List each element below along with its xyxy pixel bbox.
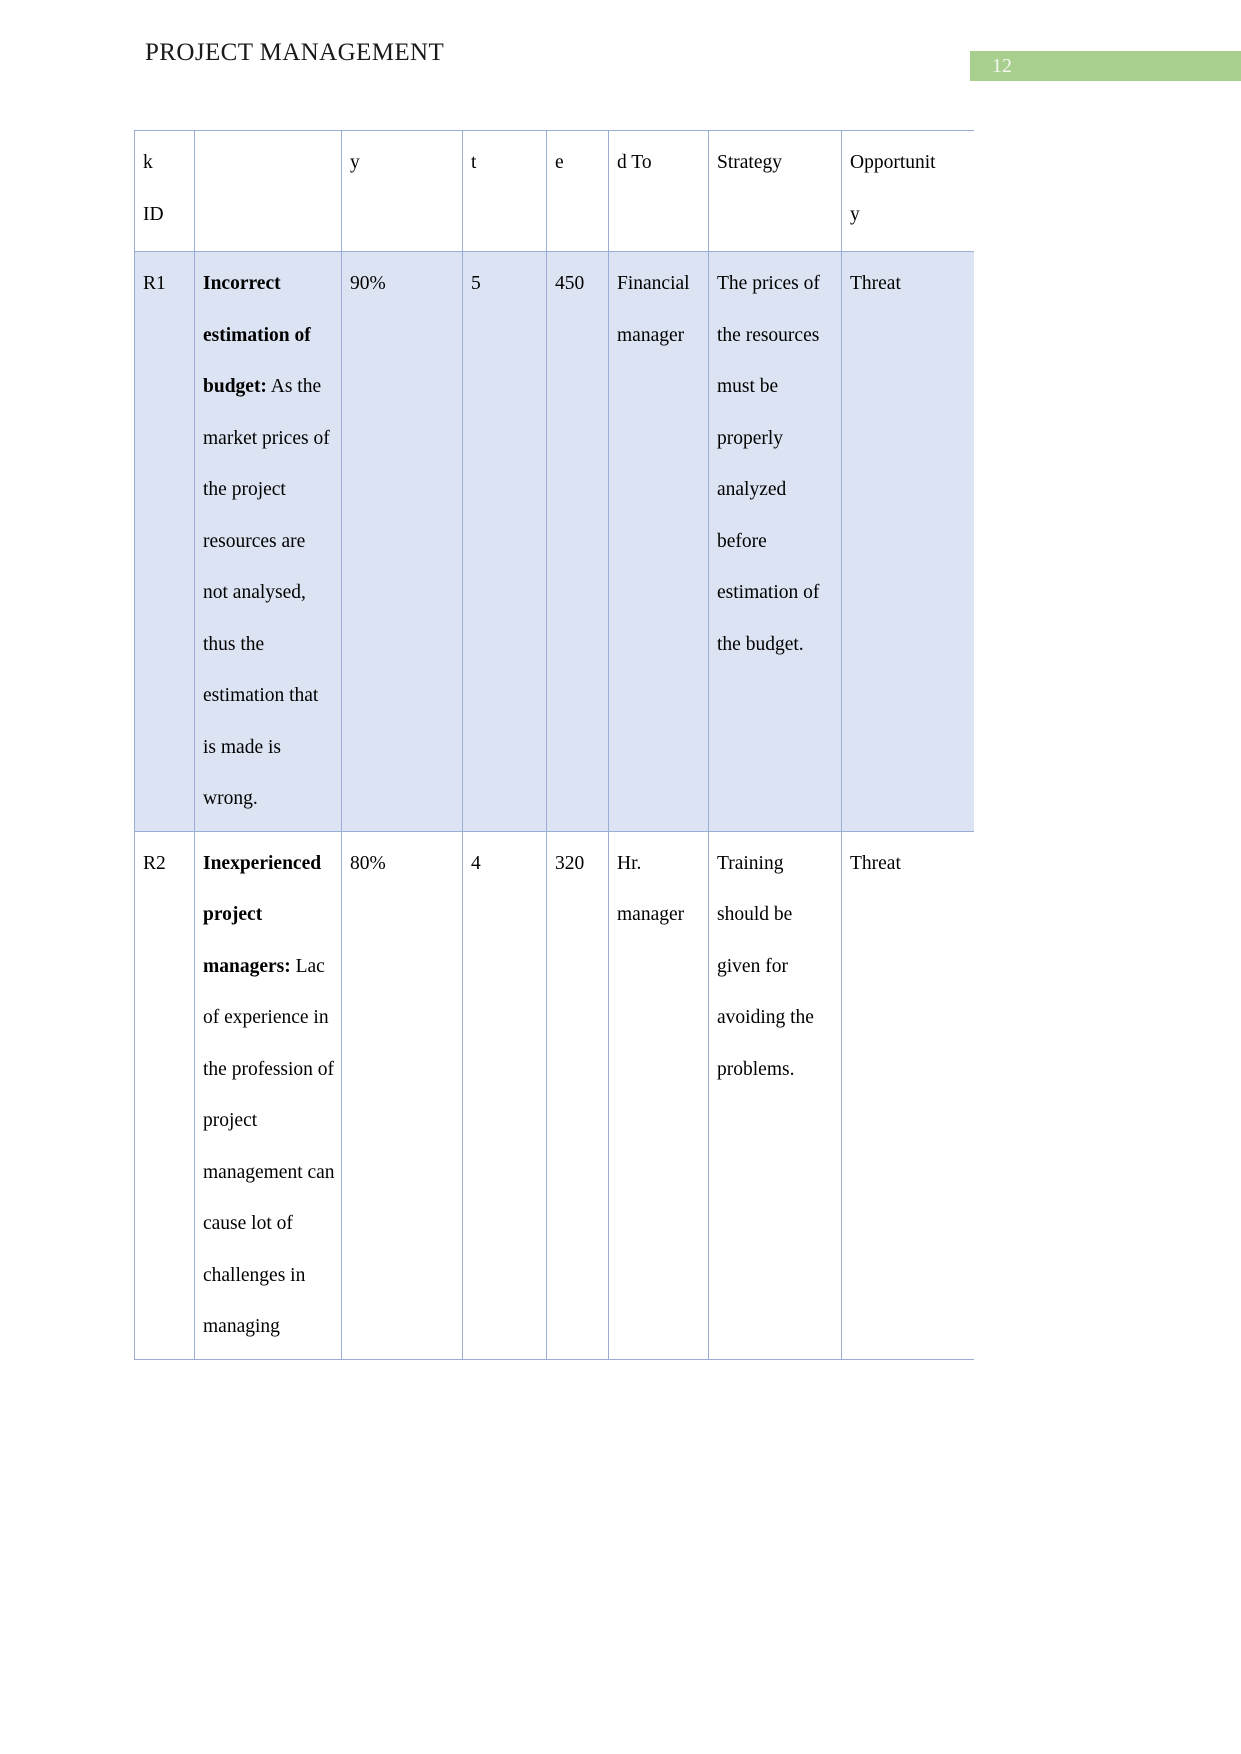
cell-probability: 90% (341, 251, 463, 832)
cell-impact: 5 (462, 251, 547, 832)
page-number-badge: 12 (970, 51, 1241, 81)
column-header-risk-id: k ID (134, 130, 195, 252)
risk-register-table: k ID y t e d To Strategy Opportunit y R1… (134, 130, 974, 1360)
cell-impact: 4 (462, 830, 547, 1360)
column-header-probability-line1: y (350, 152, 360, 173)
page-title: PROJECT MANAGEMENT (145, 39, 445, 66)
risk-table-container: k ID y t e d To Strategy Opportunit y R1… (134, 130, 974, 1392)
column-header-assigned-to-line1: d To (617, 152, 652, 173)
column-header-strategy-line1: Strategy (717, 152, 782, 173)
page-number: 12 (992, 55, 1012, 77)
column-header-risk-id-line1: k (143, 152, 153, 173)
cell-risk-id: R2 (134, 830, 195, 1360)
cell-assigned-to: Hr. manager (608, 830, 709, 1360)
column-header-assigned-to: d To (608, 130, 709, 252)
column-header-impact-line1: t (471, 152, 477, 173)
cell-strategy: The prices of the resources must be prop… (708, 251, 842, 832)
column-header-opportunity-line2: y (850, 203, 860, 225)
column-header-score: e (546, 130, 609, 252)
column-header-impact: t (462, 130, 547, 252)
cell-description-rest: Lac of experience in the profession of p… (203, 955, 335, 1338)
cell-description: Incorrect estimation of budget: As the m… (194, 251, 342, 832)
column-header-risk-id-line2: ID (143, 203, 164, 225)
cell-score: 450 (546, 251, 609, 832)
table-header-row: k ID y t e d To Strategy Opportunit y (134, 130, 974, 252)
column-header-opportunity-line1: Opportunit (850, 152, 936, 173)
cell-opportunity: Threat (841, 251, 974, 832)
cell-score: 320 (546, 830, 609, 1360)
column-header-score-line1: e (555, 152, 564, 173)
cell-probability: 80% (341, 830, 463, 1360)
cell-description: Inexperienced project managers: Lac of e… (194, 830, 342, 1360)
table-row: R1 Incorrect estimation of budget: As th… (134, 251, 974, 832)
cell-strategy: Training should be given for avoiding th… (708, 830, 842, 1360)
column-header-strategy: Strategy (708, 130, 842, 252)
cell-description-rest: As the market prices of the project reso… (203, 376, 330, 809)
cell-opportunity: Threat (841, 830, 974, 1360)
cell-risk-id: R1 (134, 251, 195, 832)
cell-assigned-to: Financial manager (608, 251, 709, 832)
column-header-probability: y (341, 130, 463, 252)
table-row: R2 Inexperienced project managers: Lac o… (134, 830, 974, 1360)
column-header-opportunity: Opportunit y (841, 130, 974, 252)
column-header-description (194, 130, 342, 252)
